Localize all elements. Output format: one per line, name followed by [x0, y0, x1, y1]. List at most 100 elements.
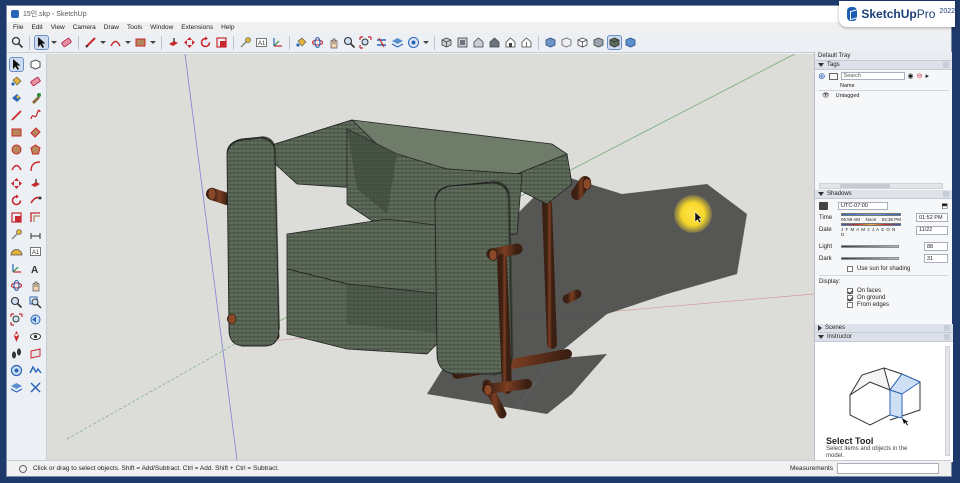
orbit-icon[interactable] — [10, 279, 23, 292]
on-faces-checkbox[interactable] — [847, 288, 853, 294]
tape-measure-icon[interactable] — [239, 36, 252, 49]
wireframe-icon[interactable] — [560, 36, 573, 49]
visibility-eye-icon[interactable]: 👁 — [822, 92, 830, 99]
menu-tools[interactable]: Tools — [127, 24, 142, 31]
details-icon[interactable]: ▸ — [926, 72, 930, 80]
select-icon[interactable] — [34, 35, 49, 50]
info-icon[interactable] — [19, 464, 27, 473]
menu-file[interactable]: File — [13, 24, 23, 31]
measurements-field[interactable] — [837, 463, 939, 474]
offset-icon[interactable] — [29, 211, 42, 224]
rotate-icon[interactable] — [10, 194, 23, 207]
time-field[interactable]: 01:52 PM — [916, 213, 948, 222]
menu-view[interactable]: View — [51, 24, 65, 31]
orbit-icon[interactable] — [311, 36, 324, 49]
tags-panel-header[interactable]: Tags — [815, 61, 952, 70]
menu-draw[interactable]: Draw — [104, 24, 119, 31]
rotate-icon[interactable] — [199, 36, 212, 49]
dark-slider[interactable] — [841, 257, 899, 260]
menu-window[interactable]: Window — [150, 24, 173, 31]
zoom-window-icon[interactable] — [29, 296, 42, 309]
light-slider[interactable] — [841, 245, 899, 248]
eraser-icon[interactable] — [29, 75, 42, 88]
xray-icon[interactable] — [544, 36, 557, 49]
sandbox-smoove-icon[interactable] — [10, 364, 23, 377]
dark-field[interactable]: 31 — [924, 254, 948, 263]
rectangle-icon[interactable] — [134, 36, 147, 49]
close-icon[interactable] — [944, 325, 950, 331]
3d-text-icon[interactable]: A — [29, 262, 42, 275]
previous-view-icon[interactable] — [29, 313, 42, 326]
display-shadows-icon[interactable] — [819, 202, 828, 210]
chevron-down-icon[interactable] — [423, 41, 429, 44]
section-icon[interactable] — [375, 36, 388, 49]
delete-tag-icon[interactable]: ⊖ — [917, 72, 923, 80]
zoom-extents-icon[interactable] — [359, 36, 372, 49]
menu-edit[interactable]: Edit — [31, 24, 42, 31]
move-icon[interactable] — [10, 177, 23, 190]
freehand-icon[interactable] — [29, 109, 42, 122]
axes-icon[interactable] — [10, 262, 23, 275]
timezone-select[interactable]: UTC-07:00 — [838, 202, 888, 210]
dimension-icon[interactable] — [29, 228, 42, 241]
push-pull-icon[interactable] — [29, 177, 42, 190]
sandbox-stamp-icon[interactable] — [29, 364, 42, 377]
tag-folder-icon[interactable] — [828, 72, 838, 80]
menu-extensions[interactable]: Extensions — [181, 24, 213, 31]
pan-icon[interactable] — [29, 279, 42, 292]
scale-icon[interactable] — [215, 36, 228, 49]
close-icon[interactable] — [944, 334, 950, 340]
text-icon[interactable]: A1 — [255, 36, 268, 49]
light-field[interactable]: 88 — [924, 242, 948, 251]
line-icon[interactable] — [10, 109, 23, 122]
position-camera-icon[interactable] — [10, 330, 23, 343]
pan-icon[interactable] — [327, 36, 340, 49]
protractor-icon[interactable] — [10, 245, 23, 258]
tag-tool-icon[interactable] — [10, 92, 23, 105]
select-icon[interactable] — [9, 57, 24, 72]
hidden-line-icon[interactable] — [576, 36, 589, 49]
back-view-icon[interactable] — [504, 36, 517, 49]
instructor-scrollbar[interactable] — [945, 346, 950, 456]
arc-icon[interactable] — [109, 36, 122, 49]
zoom-extents-icon[interactable] — [10, 313, 23, 326]
eye-icon[interactable]: ◉ — [908, 72, 914, 80]
shaded-icon[interactable] — [592, 36, 605, 49]
search-icon[interactable] — [11, 36, 24, 49]
follow-me-icon[interactable] — [29, 194, 42, 207]
circle-icon[interactable] — [10, 143, 23, 156]
scale-icon[interactable] — [10, 211, 23, 224]
menu-camera[interactable]: Camera — [73, 24, 96, 31]
paint-bucket-icon[interactable] — [10, 75, 23, 88]
date-slider[interactable]: J F M A M J J A S O N D — [841, 223, 901, 237]
chevron-down-icon[interactable] — [51, 41, 57, 44]
look-around-icon[interactable] — [29, 330, 42, 343]
tag-row[interactable]: 👁 Untagged — [815, 91, 952, 100]
on-ground-checkbox[interactable] — [847, 295, 853, 301]
rectangle-icon[interactable] — [10, 126, 23, 139]
pencil-icon[interactable] — [84, 36, 97, 49]
date-field[interactable]: 11/22 — [916, 225, 948, 235]
instructor-panel-header[interactable]: Instructor — [815, 333, 953, 342]
left-view-icon[interactable] — [520, 36, 533, 49]
walk-icon[interactable] — [10, 347, 23, 360]
shadows-panel-header[interactable]: Shadows — [815, 190, 952, 199]
chevron-down-icon[interactable] — [100, 41, 106, 44]
add-tag-icon[interactable]: ⊕ — [818, 71, 826, 82]
zoom-icon[interactable] — [10, 296, 23, 309]
tags-scrollbar[interactable] — [819, 183, 943, 189]
text-icon[interactable]: A1 — [29, 245, 42, 258]
monochrome-icon[interactable] — [624, 36, 637, 49]
menu-help[interactable]: Help — [221, 24, 234, 31]
tape-measure-icon[interactable] — [10, 228, 23, 241]
push-pull-icon[interactable] — [167, 36, 180, 49]
move-icon[interactable] — [183, 36, 196, 49]
sample-paint-icon[interactable] — [29, 92, 42, 105]
scenes-panel-header[interactable]: Scenes — [815, 324, 953, 333]
axes-icon[interactable] — [271, 36, 284, 49]
iso-view-icon[interactable] — [440, 36, 453, 49]
front-view-icon[interactable] — [472, 36, 485, 49]
arc-icon[interactable] — [10, 160, 23, 173]
component-icon[interactable] — [29, 58, 42, 71]
shaded-textures-icon[interactable] — [607, 35, 622, 50]
